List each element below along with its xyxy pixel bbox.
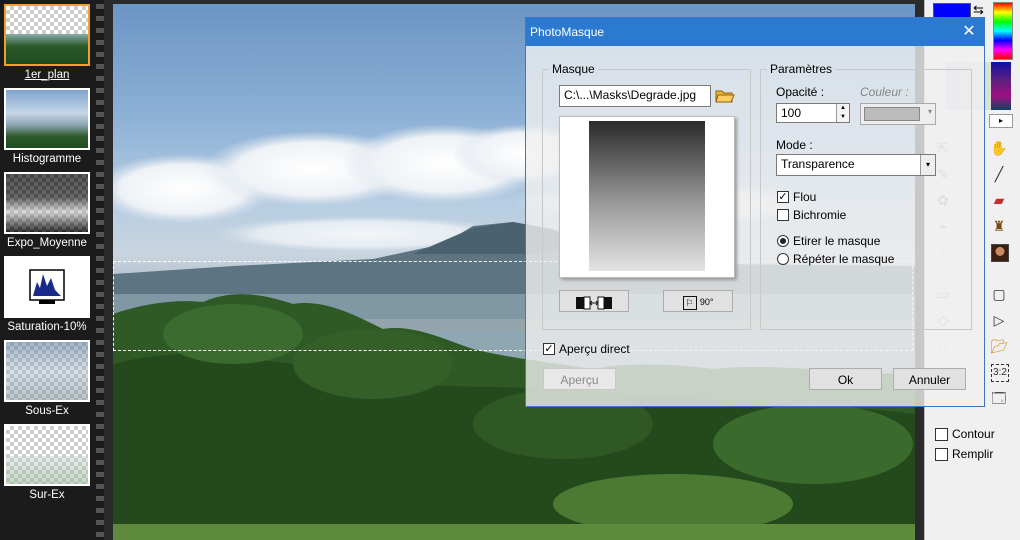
bichromie-label: Bichromie: [793, 208, 847, 222]
flou-checkbox[interactable]: ✓: [777, 191, 789, 203]
contour-checkbox[interactable]: [935, 427, 948, 441]
crop-ratio-icon[interactable]: 3:2: [991, 364, 1009, 382]
browse-folder-icon[interactable]: [715, 87, 735, 105]
stamp-icon[interactable]: ♜: [989, 216, 1009, 236]
rotate-90-label: 90°: [699, 297, 714, 307]
layer-thumbnail: [4, 172, 90, 234]
mode-select[interactable]: Transparence ▾: [776, 154, 936, 176]
ok-button[interactable]: Ok: [809, 368, 882, 390]
layer-thumbnail: [4, 424, 90, 486]
mode-label: Mode :: [776, 138, 813, 152]
window-icon[interactable]: 🗔︎: [989, 388, 1009, 408]
layer-thumbnail: [4, 4, 90, 66]
parametres-legend: Paramètres: [770, 62, 833, 76]
histogram-icon: [29, 269, 65, 304]
layer-label: Histogramme: [12, 153, 82, 165]
chevron-down-icon: ▾: [927, 107, 932, 116]
layer-item-saturation[interactable]: Saturation-10%: [4, 256, 90, 333]
close-button[interactable]: ✕: [954, 18, 984, 46]
couleur-picker[interactable]: ▾: [860, 103, 936, 125]
opacite-spinbox[interactable]: 100 ▲ ▼: [776, 103, 850, 123]
open-folder-icon[interactable]: 📂︎: [989, 336, 1009, 356]
remplir-label: Remplir: [952, 447, 994, 461]
repeter-label: Répéter le masque: [793, 252, 895, 266]
remplir-option[interactable]: Remplir: [935, 447, 993, 461]
layer-thumbnail: [4, 88, 90, 150]
bichromie-checkbox[interactable]: [777, 209, 789, 221]
contour-label: Contour: [952, 427, 995, 441]
rotate-mask-button[interactable]: ⚐ 90°: [663, 290, 733, 312]
etirer-label: Etirer le masque: [793, 234, 881, 248]
line-tool-icon[interactable]: ╱: [989, 164, 1009, 184]
masque-legend: Masque: [552, 62, 595, 76]
etirer-radio[interactable]: [777, 235, 789, 247]
layer-item-histogramme[interactable]: Histogramme: [4, 88, 90, 165]
layer-label: Sur-Ex: [29, 489, 65, 501]
flou-label: Flou: [793, 190, 817, 204]
apercu-button[interactable]: Aperçu: [543, 368, 616, 390]
annuler-button[interactable]: Annuler: [893, 368, 966, 390]
color-spectrum[interactable]: [993, 2, 1013, 60]
contour-option[interactable]: Contour: [935, 427, 995, 441]
layer-thumbnail: [4, 340, 90, 402]
filmstrip-sprocket: [96, 0, 104, 540]
layer-item-sur-ex[interactable]: Sur-Ex: [4, 424, 90, 501]
layer-label: Saturation-10%: [7, 321, 87, 333]
apercu-direct-label: Aperçu direct: [559, 342, 630, 356]
couleur-label: Couleur :: [860, 85, 909, 99]
layer-label: 1er_plan: [24, 69, 70, 81]
portrait-icon[interactable]: [989, 242, 1009, 262]
spin-arrows-icon[interactable]: ▲ ▼: [836, 104, 849, 122]
swap-colors-icon[interactable]: ⇆: [973, 2, 984, 18]
dialog-titlebar[interactable]: PhotoMasque ✕: [526, 18, 984, 46]
mask-preview: [559, 116, 735, 278]
opacite-label: Opacité :: [776, 85, 825, 99]
palette-scroll-arrow[interactable]: ▸: [989, 114, 1013, 128]
repeter-radio[interactable]: [777, 253, 789, 265]
dialog-title: PhotoMasque: [530, 25, 605, 39]
layer-thumbnail: [4, 256, 90, 318]
chevron-down-icon[interactable]: ▾: [920, 155, 935, 175]
remplir-checkbox[interactable]: [935, 447, 948, 461]
layer-item-sous-ex[interactable]: Sous-Ex: [4, 340, 90, 417]
triangle-play-icon[interactable]: ▷: [989, 310, 1009, 330]
opacite-value: 100: [781, 106, 802, 120]
photomasque-dialog: PhotoMasque ✕ Masque C:\...\Masks\Degrad…: [525, 17, 985, 407]
couleur-swatch: [864, 107, 920, 121]
layer-item-1er-plan[interactable]: 1er_plan: [4, 4, 90, 81]
layers-panel: 1er_plan Histogramme Expo_Moyenne Satura…: [0, 0, 104, 540]
eraser-icon[interactable]: ▰: [989, 190, 1009, 210]
flip-mask-button[interactable]: [559, 290, 629, 312]
rotate-90-icon: ⚐: [682, 295, 697, 310]
ratio-label: 3:2: [993, 367, 1007, 378]
mode-value: Transparence: [781, 157, 855, 171]
hand-pan-icon[interactable]: ✋: [989, 138, 1009, 158]
layer-label: Sous-Ex: [25, 405, 69, 417]
layer-label: Expo_Moyenne: [7, 237, 87, 249]
rounded-rect-icon[interactable]: ▢: [989, 284, 1009, 304]
gradient-mask-image: [589, 121, 705, 271]
mask-file-path-field[interactable]: C:\...\Masks\Degrade.jpg: [559, 85, 711, 107]
palette-dark-cells[interactable]: [991, 62, 1011, 110]
flip-horizontal-icon: [576, 296, 612, 310]
apercu-direct-checkbox[interactable]: ✓: [543, 343, 555, 355]
layer-item-expo-moyenne[interactable]: Expo_Moyenne: [4, 172, 90, 249]
